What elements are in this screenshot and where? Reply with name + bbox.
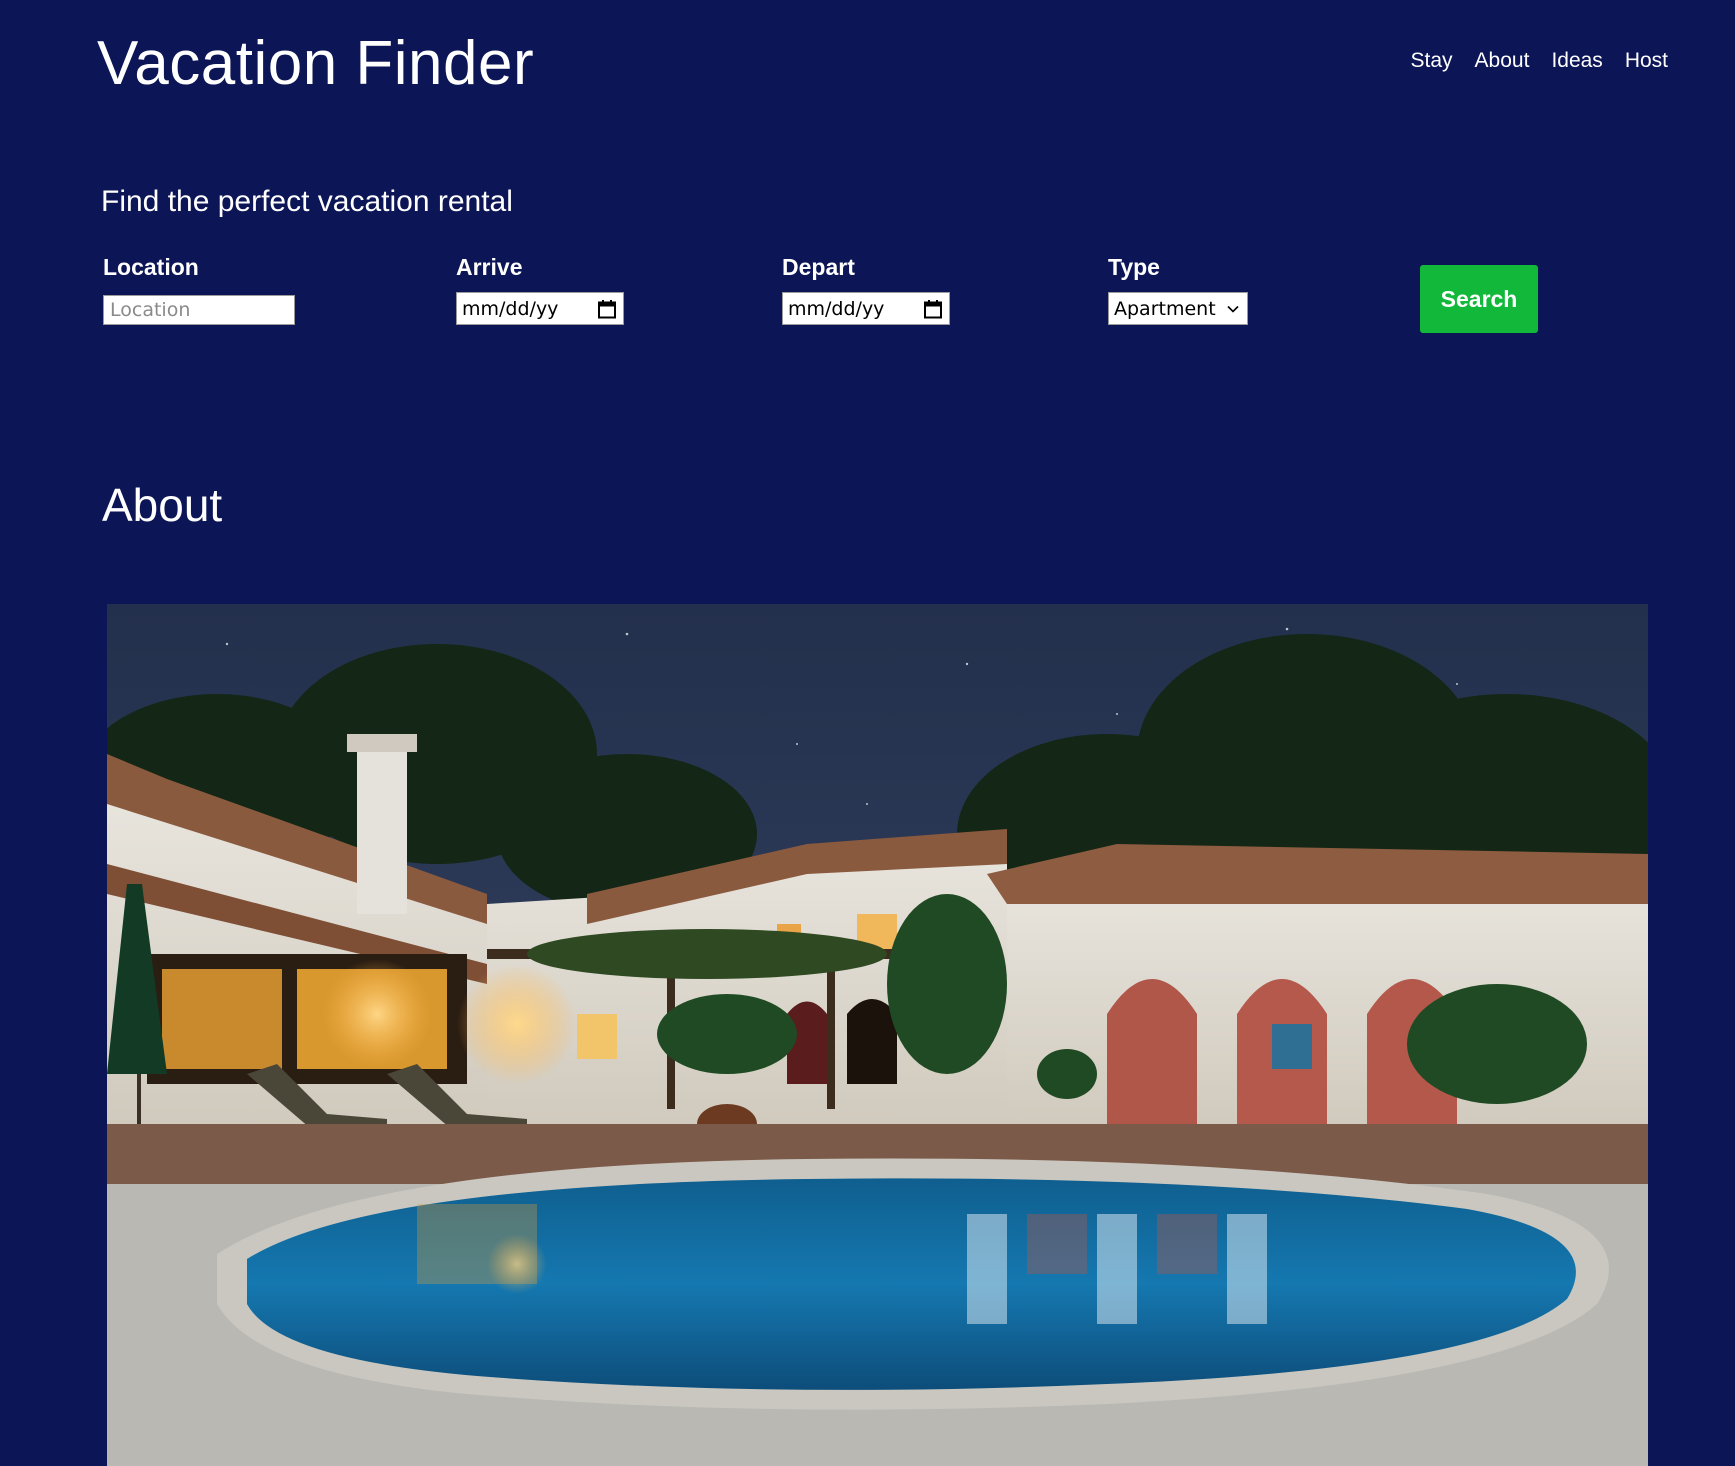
calendar-icon[interactable] bbox=[597, 299, 617, 319]
nav-link-about[interactable]: About bbox=[1475, 46, 1530, 76]
depart-date-value: mm/dd/yy bbox=[788, 297, 885, 320]
arrive-label: Arrive bbox=[456, 254, 523, 280]
arrive-date-value: mm/dd/yy bbox=[462, 297, 559, 320]
type-label: Type bbox=[1108, 254, 1160, 280]
about-heading: About bbox=[102, 479, 223, 531]
location-input[interactable] bbox=[103, 295, 295, 325]
depart-label: Depart bbox=[782, 254, 855, 280]
type-select[interactable]: Apartment bbox=[1108, 292, 1248, 325]
nav-link-host[interactable]: Host bbox=[1625, 46, 1668, 76]
main-nav: Stay About Ideas Host bbox=[1411, 46, 1668, 76]
search-button[interactable]: Search bbox=[1420, 265, 1538, 333]
arrive-date-input[interactable]: mm/dd/yy bbox=[456, 292, 624, 325]
site-title: Vacation Finder bbox=[97, 29, 535, 98]
location-label: Location bbox=[103, 254, 199, 280]
depart-date-input[interactable]: mm/dd/yy bbox=[782, 292, 950, 325]
nav-link-stay[interactable]: Stay bbox=[1411, 46, 1453, 76]
calendar-icon[interactable] bbox=[923, 299, 943, 319]
search-heading: Find the perfect vacation rental bbox=[101, 185, 513, 218]
villa-pool-photo bbox=[107, 604, 1648, 1466]
chevron-down-icon bbox=[1227, 305, 1239, 313]
nav-link-ideas[interactable]: Ideas bbox=[1551, 46, 1602, 76]
type-select-value: Apartment bbox=[1114, 297, 1216, 320]
page: Vacation Finder Stay About Ideas Host Fi… bbox=[0, 0, 1735, 1466]
